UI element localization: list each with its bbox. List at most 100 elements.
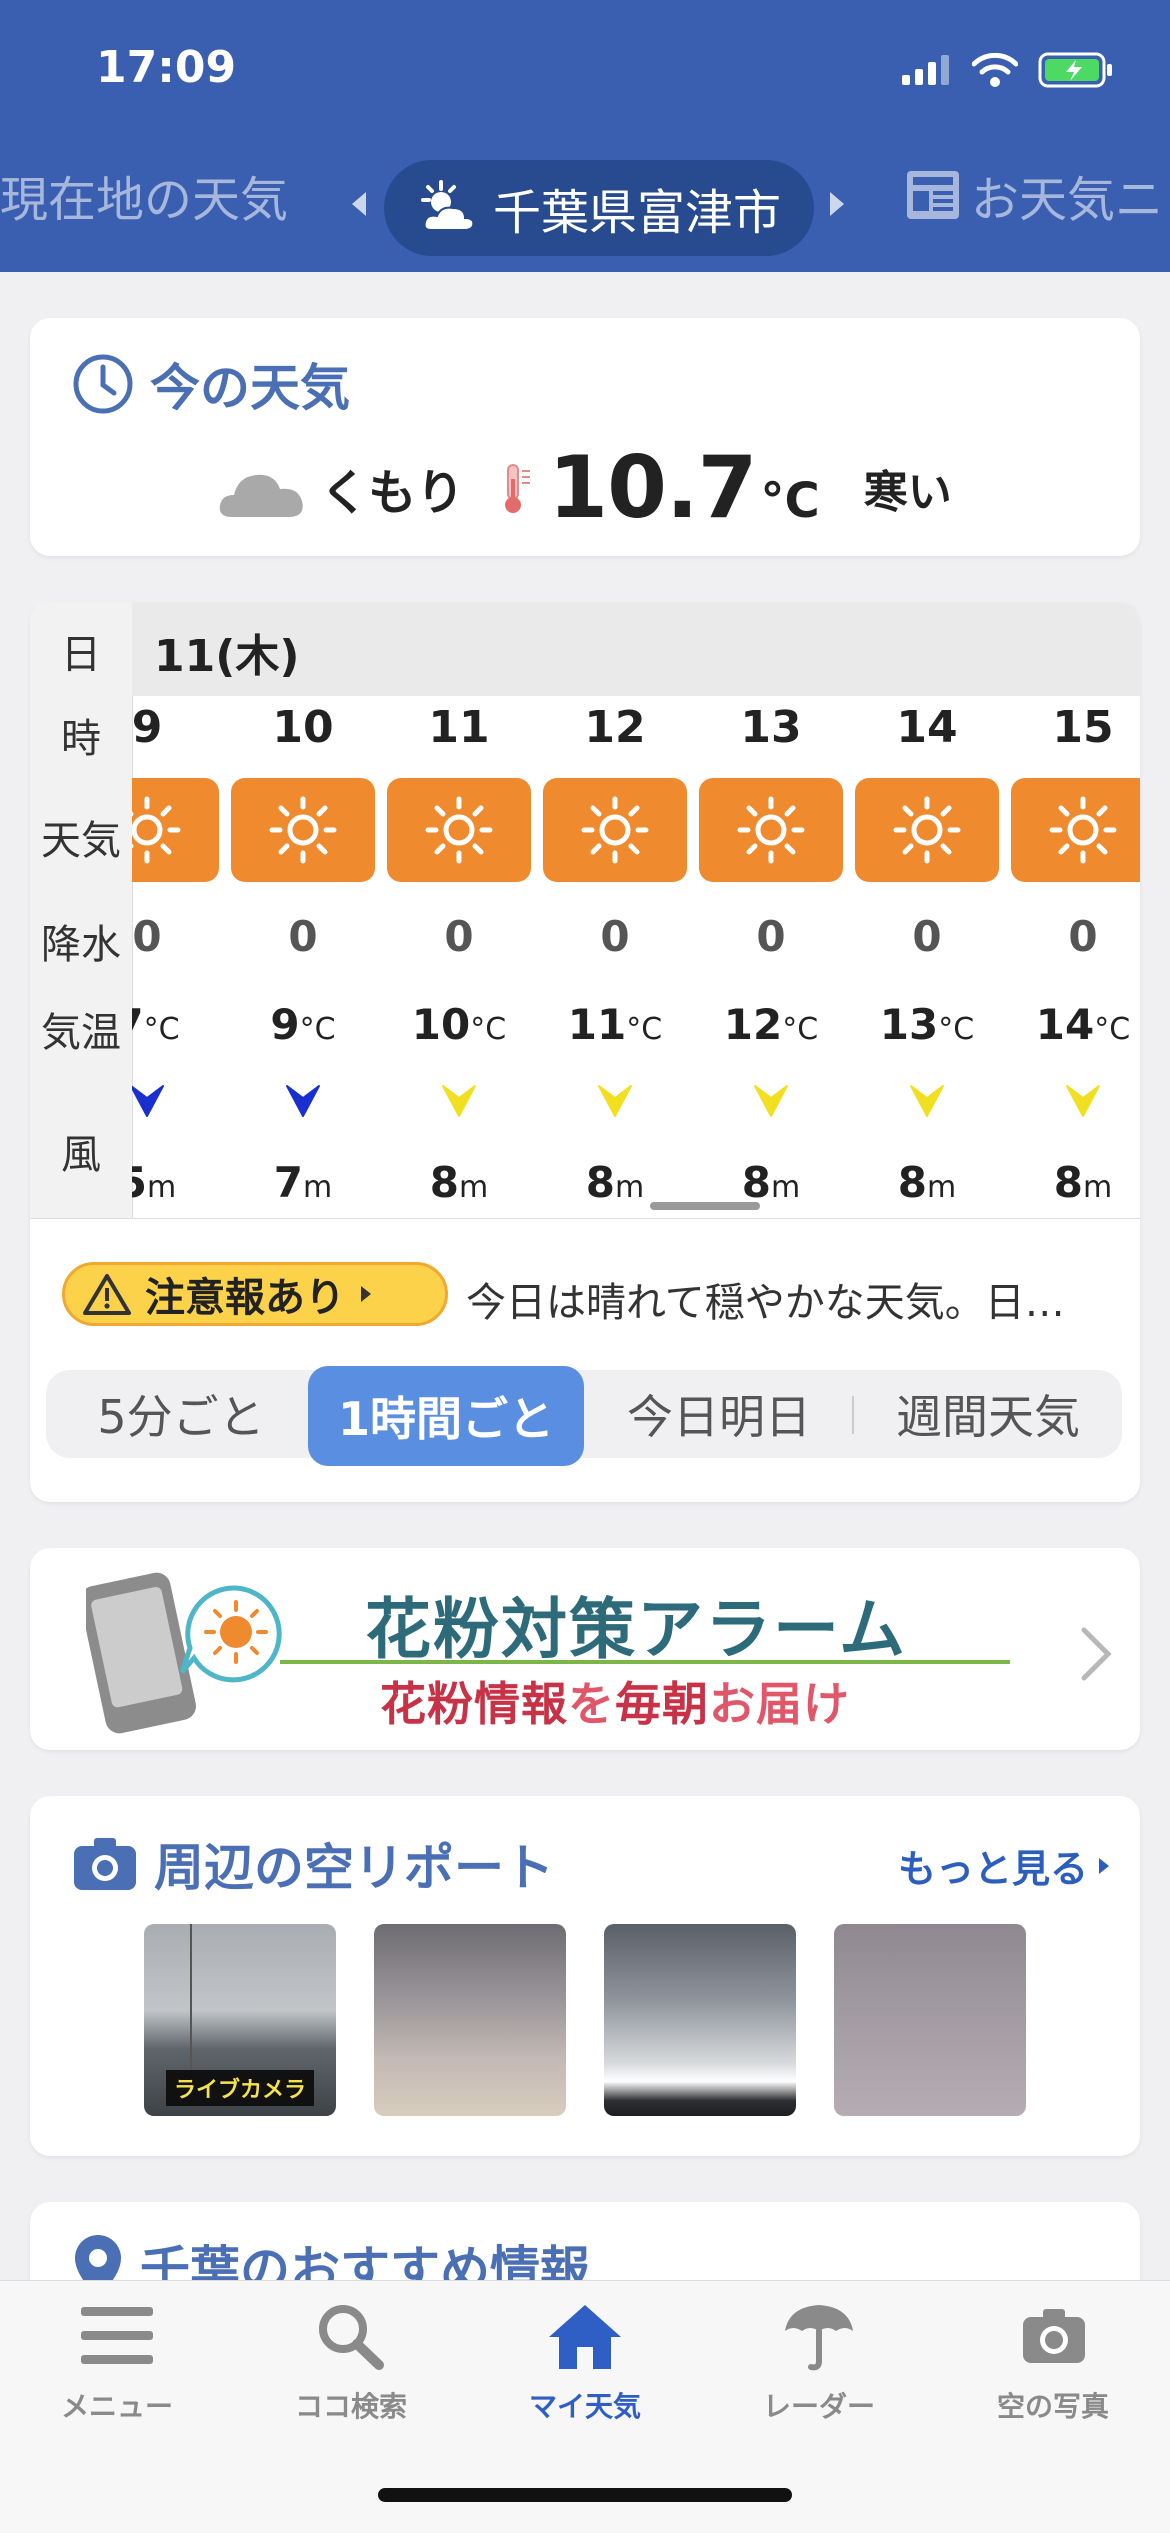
partly-sunny-icon (420, 180, 475, 231)
temperature-unit: °C (1094, 1012, 1131, 1047)
current-weather-row: くもり 10.7°C 寒い (30, 438, 1140, 538)
segment-today-tomorrow[interactable]: 今日明日 (584, 1370, 854, 1458)
forecast-range-segmented-control: 5分ごと 1時間ごと 今日明日 週間天気 (46, 1366, 1122, 1466)
tab-radar[interactable]: レーダー (702, 2301, 936, 2425)
hour-label: 10 (272, 702, 334, 753)
hourly-forecast-card: 日 時 天気 降水 気温 風 11(木) 907°C5m1009°C7m1101… (30, 602, 1140, 1502)
hour-label: 12 (584, 702, 646, 753)
hour-column: 13 0 12°C 8m (696, 602, 846, 1218)
sun-icon (132, 796, 181, 864)
segment-hourly[interactable]: 1時間ごと (308, 1366, 584, 1466)
weather-tile (1011, 778, 1140, 882)
status-time: 17:09 (96, 42, 237, 93)
row-label-hour: 時 (61, 716, 101, 762)
wind-speed-number: 8 (429, 1158, 459, 1207)
horizontal-scroll-indicator[interactable] (650, 1202, 760, 1210)
precipitation-value: 0 (132, 912, 162, 961)
prev-arrow-icon[interactable] (352, 192, 366, 216)
alert-message[interactable]: 今日は晴れて穏やかな天気。日… (466, 1270, 1065, 1328)
tab-sky-photos[interactable]: 空の写真 (936, 2301, 1170, 2425)
hour-label: 15 (1052, 702, 1114, 753)
feels-like-label: 寒い (863, 467, 952, 518)
current-weather-header: 今の天気 (72, 348, 350, 420)
camera-icon (74, 1838, 136, 1890)
precipitation-value: 0 (1068, 912, 1098, 961)
wind-speed-unit: m (459, 1170, 489, 1205)
pollen-alarm-banner[interactable]: 花粉対策アラーム 花粉情報を毎朝お届け (30, 1548, 1140, 1750)
next-arrow-icon[interactable] (830, 192, 844, 216)
see-more-label: もっと見る (897, 1847, 1088, 1891)
temperature-unit: °C (782, 1012, 819, 1047)
hourly-columns[interactable]: 907°C5m1009°C7m11010°C8m12011°C8m13012°C… (132, 602, 1140, 1218)
pollen-sub-part: 毎朝 (615, 1677, 709, 1731)
alert-badge[interactable]: 注意報あり (62, 1262, 448, 1326)
pollen-banner-title: 花粉対策アラーム (365, 1591, 908, 1668)
sky-photo[interactable] (374, 1924, 566, 2116)
temperature-unit: °C (626, 1012, 663, 1047)
wind-speed-number: 5 (132, 1158, 147, 1207)
wind-speed-number: 8 (741, 1158, 771, 1207)
sky-photo[interactable] (834, 1924, 1026, 2116)
wind-speed-value: 8m (384, 1158, 534, 1207)
camera-icon (1023, 2309, 1085, 2363)
segment-weekly[interactable]: 週間天気 (854, 1370, 1122, 1458)
wind-speed-value: 8m (540, 1158, 690, 1207)
pollen-sub-part: お届け (709, 1677, 850, 1731)
wind-speed-value: 7m (228, 1158, 378, 1207)
wifi-icon (972, 53, 1018, 87)
segment-5min[interactable]: 5分ごと (46, 1370, 316, 1458)
pollen-banner-divider (280, 1660, 1010, 1664)
weather-tile (543, 778, 687, 882)
sun-icon (893, 796, 961, 864)
row-label-weather: 天気 (41, 818, 121, 864)
wind-speed-unit: m (1083, 1170, 1113, 1205)
row-label-day: 日 (61, 632, 101, 678)
tab-search[interactable]: ココ検索 (234, 2301, 468, 2425)
wind-speed-number: 8 (1053, 1158, 1083, 1207)
wind-direction-icon (1066, 1085, 1100, 1117)
location-tab-selected[interactable]: 千葉県富津市 (384, 160, 814, 256)
weather-condition: くもり (320, 465, 465, 521)
tab-label: 空の写真 (996, 2390, 1109, 2423)
temperature-unit: °C (143, 1012, 180, 1047)
photo-pole (190, 1924, 192, 2074)
weather-tile (855, 778, 999, 882)
sky-photo[interactable] (604, 1924, 796, 2116)
current-weather-card[interactable]: 今の天気 くもり 10.7°C 寒い (30, 318, 1140, 556)
see-more-link[interactable]: もっと見る (898, 1838, 1110, 1893)
wind-speed-number: 8 (897, 1158, 927, 1207)
temperature-number: 13 (879, 1000, 939, 1049)
pollen-sub-part: 花粉 (380, 1677, 474, 1731)
tab-menu[interactable]: メニュー (0, 2301, 234, 2425)
temperature-value: 10°C (384, 1000, 534, 1049)
wind-direction-icon (598, 1085, 632, 1117)
location-tab-news[interactable]: お天気ニ (905, 160, 1163, 230)
search-icon (319, 2305, 384, 2370)
hour-column: 9 0 7°C 5m (132, 602, 222, 1218)
temperature-value: 12°C (696, 1000, 846, 1049)
status-icons (902, 52, 1114, 88)
home-icon (549, 2305, 621, 2369)
tab-my-weather[interactable]: マイ天気 (468, 2301, 702, 2425)
wind-speed-number: 8 (585, 1158, 615, 1207)
chevron-right-icon[interactable] (1076, 1624, 1116, 1684)
hour-label: 14 (896, 702, 958, 753)
sun-icon (425, 796, 493, 864)
wind-speed-value: 8m (852, 1158, 1002, 1207)
hour-column: 11 0 10°C 8m (384, 602, 534, 1218)
sky-photo-live-camera[interactable]: ライブカメラ (144, 1924, 336, 2116)
row-label-wind: 風 (61, 1132, 101, 1178)
temperature-unit: °C (938, 1012, 975, 1047)
wind-speed-unit: m (771, 1170, 801, 1205)
wind-direction-icon (286, 1085, 320, 1117)
location-name: 千葉県富津市 (492, 185, 781, 241)
temperature-number: 9 (270, 1000, 300, 1049)
row-label-temp: 気温 (41, 1010, 121, 1056)
location-tab-current-location[interactable]: 現在地の天気 (0, 160, 288, 230)
precipitation-value: 0 (444, 912, 474, 961)
wind-speed-value: 5m (132, 1158, 222, 1207)
table-divider (30, 1218, 1140, 1219)
alert-badge-label: 注意報あり (145, 1275, 345, 1321)
wind-speed-unit: m (615, 1170, 645, 1205)
weather-tile (387, 778, 531, 882)
